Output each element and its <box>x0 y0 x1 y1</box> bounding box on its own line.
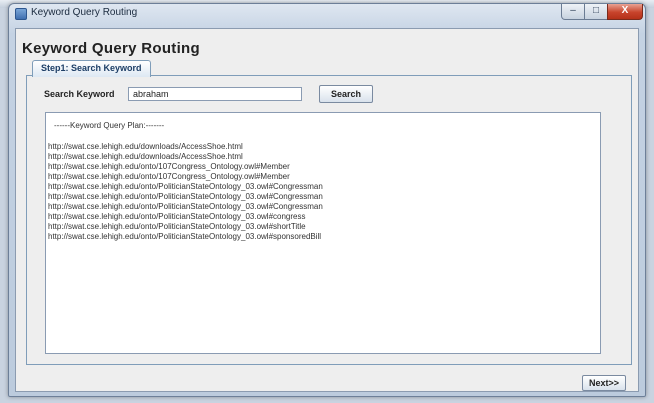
query-plan-line: http://swat.cse.lehigh.edu/onto/107Congr… <box>48 162 290 171</box>
query-plan-line: http://swat.cse.lehigh.edu/downloads/Acc… <box>48 142 243 151</box>
minimize-icon[interactable]: – <box>561 4 585 20</box>
query-plan-header: ------Keyword Query Plan:------- <box>54 121 165 130</box>
tab-search-keyword[interactable]: Step1: Search Keyword <box>32 60 151 77</box>
next-button[interactable]: Next>> <box>582 375 626 391</box>
query-plan-line: http://swat.cse.lehigh.edu/onto/Politici… <box>48 222 306 231</box>
app-window: Keyword Query Routing – □ X Keyword Quer… <box>8 3 646 397</box>
search-input[interactable] <box>128 87 302 101</box>
query-plan-line: http://swat.cse.lehigh.edu/onto/Politici… <box>48 182 323 191</box>
query-plan-line: http://swat.cse.lehigh.edu/downloads/Acc… <box>48 152 243 161</box>
query-plan-textarea[interactable]: ------Keyword Query Plan:------- http://… <box>45 112 601 354</box>
maximize-icon[interactable]: □ <box>584 4 608 20</box>
window-title: Keyword Query Routing <box>31 7 138 18</box>
close-icon[interactable]: X <box>607 4 643 20</box>
query-plan-line: http://swat.cse.lehigh.edu/onto/107Congr… <box>48 172 290 181</box>
page-title: Keyword Query Routing <box>22 40 200 57</box>
search-keyword-label: Search Keyword <box>44 89 115 99</box>
query-plan-line: http://swat.cse.lehigh.edu/onto/Politici… <box>48 202 323 211</box>
search-button[interactable]: Search <box>319 85 373 103</box>
query-plan-line: http://swat.cse.lehigh.edu/onto/Politici… <box>48 192 323 201</box>
query-plan-line: http://swat.cse.lehigh.edu/onto/Politici… <box>48 212 306 221</box>
title-bar[interactable]: Keyword Query Routing – □ X <box>9 4 645 24</box>
query-plan-line: http://swat.cse.lehigh.edu/onto/Politici… <box>48 232 322 241</box>
window-content: Keyword Query Routing Step1: Search Keyw… <box>15 28 639 392</box>
java-app-icon <box>15 8 27 20</box>
